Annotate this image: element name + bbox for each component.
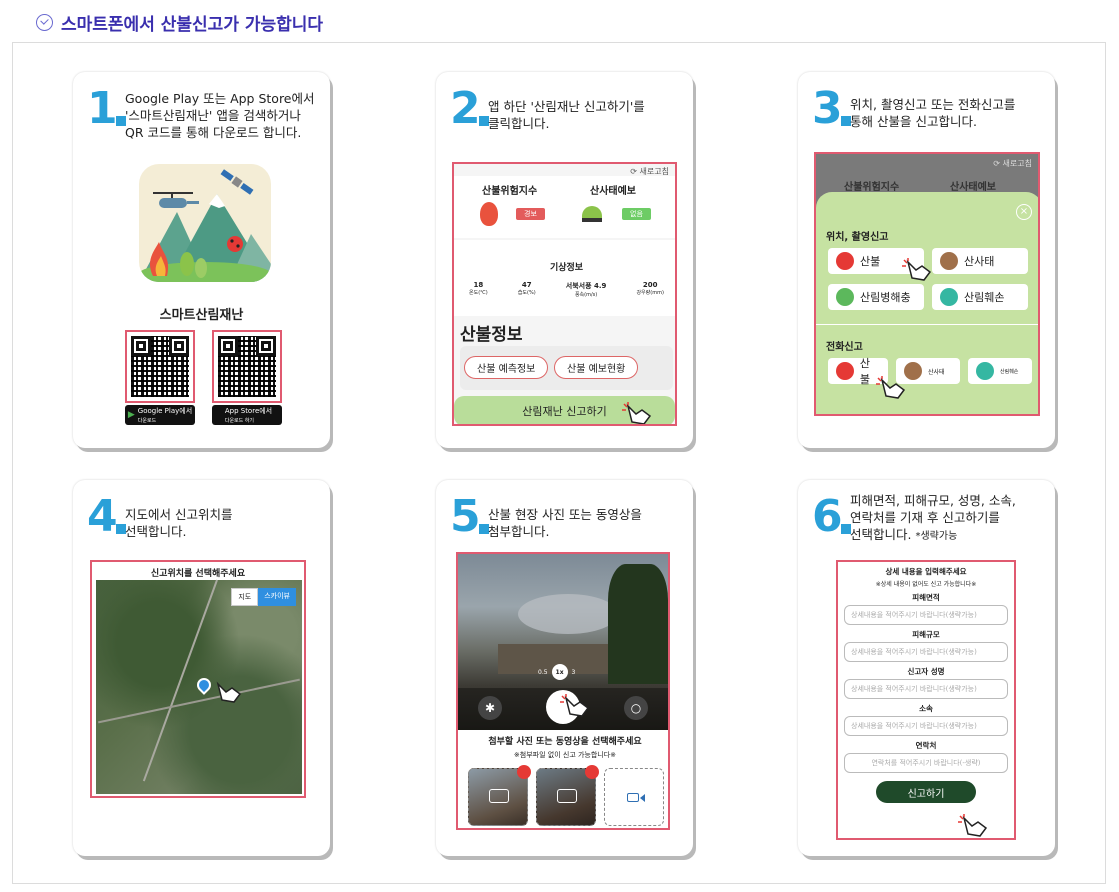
organization-field[interactable]: 상세내용을 적어주시기 바랍니다(생략가능) <box>844 716 1008 736</box>
weather-wind: 서북서풍 4.9 풍속(m/s) <box>565 282 607 298</box>
map-screenshot: 신고위치를 선택해주세요 지도 스카이뷰 <box>90 560 306 798</box>
weather-rain: 200 강우량(mm) <box>636 281 664 296</box>
step-card-1: 1 Google Play 또는 App Store에서 '스마트산림재난' 앱을… <box>73 72 330 448</box>
attached-photo-1[interactable] <box>468 765 531 826</box>
close-icon[interactable]: × <box>1016 204 1032 220</box>
app-main-screenshot: ⟳ 새로고침 산불위험지수 산사태예보 경보 없음 기상정보 18 온도(℃) 4… <box>452 162 677 426</box>
contact-field[interactable]: 연락처를 적어주시기 바랍니다(-생략) <box>844 753 1008 773</box>
attached-photo-2[interactable] <box>536 765 599 826</box>
report-options-screenshot: ⟳ 새로고침 산불위험지수 산사태예보 × 위치, 촬영신고 산불 산사태 산림… <box>814 152 1040 416</box>
report-landslide-option[interactable]: 산사태 <box>932 248 1028 274</box>
step-number: 6 <box>812 495 851 539</box>
attach-title: 첨부할 사진 또는 동영상을 선택해주세요 <box>488 737 642 747</box>
settings-icon[interactable]: ✱ <box>478 696 502 720</box>
weather-humidity: 47 습도(%) <box>517 281 536 296</box>
skyview-button[interactable]: 스카이뷰 <box>258 588 296 606</box>
step-card-3: 3 위치, 촬영신고 또는 전화신고를 통해 산불을 신고합니다. ⟳ 새로고침 … <box>798 72 1055 448</box>
hand-pointer-icon <box>622 402 652 424</box>
step-description: Google Play 또는 App Store에서 '스마트산림재난' 앱을 검… <box>125 91 315 140</box>
hand-pointer-icon <box>876 376 906 399</box>
damage-scale-field[interactable]: 상세내용을 적어주시기 바랍니다(생략가능) <box>844 642 1008 662</box>
step-number: 2 <box>450 87 489 131</box>
zoom-1x[interactable]: 1x <box>551 664 568 680</box>
step-number: 5 <box>450 495 489 539</box>
app-store-qr <box>212 330 282 403</box>
google-play-button[interactable]: ▶ Google Play에서 다운로드 <box>125 405 195 425</box>
step-description: 산불 현장 사진 또는 동영상을 첨부합니다. <box>488 507 642 539</box>
step-number: 4 <box>87 495 126 539</box>
google-play-qr <box>125 330 195 403</box>
camera-screenshot: 0.5 1x 3 ✱ ○ 첨부할 사진 또는 동영상을 선택해주세요 ※첨부파일… <box>456 552 670 830</box>
zoom-05[interactable]: 0.5 <box>538 669 548 676</box>
app-name: 스마트산림재난 <box>159 308 244 323</box>
zoom-3[interactable]: 3 <box>572 669 576 676</box>
status-button[interactable]: 산불 예보현황 <box>554 356 639 379</box>
reporter-name-field[interactable]: 상세내용을 적어주시기 바랍니다(생략가능) <box>844 679 1008 699</box>
step-description: 위치, 촬영신고 또는 전화신고를 통해 산불을 신고합니다. <box>850 97 1016 129</box>
remove-icon[interactable] <box>517 765 531 779</box>
app-icon[interactable] <box>139 164 271 282</box>
hand-pointer-icon <box>560 694 590 717</box>
fire-info-title: 산불정보 <box>460 325 523 345</box>
attach-note: ※첨부파일 없이 신고 가능합니다※ <box>513 751 617 759</box>
camera-icon <box>489 789 509 803</box>
step-card-2: 2 앱 하단 '산림재난 신고하기'를 클릭합니다. ⟳ 새로고침 산불위험지수 … <box>436 72 693 448</box>
siren-icon <box>582 206 602 222</box>
app-store-button[interactable]: App Store에서 다운로드 하기 <box>212 405 282 425</box>
hand-pointer-icon <box>216 681 242 703</box>
step-description: 지도에서 신고위치를 선택합니다. <box>125 507 233 539</box>
hand-pointer-icon <box>958 814 988 837</box>
form-title: 상세 내용을 입력해주세요 <box>885 567 967 576</box>
predict-button[interactable]: 산불 예측정보 <box>464 356 549 379</box>
switch-camera-icon[interactable]: ○ <box>624 696 648 720</box>
fire-icon <box>480 202 498 226</box>
detail-form-screenshot: 상세 내용을 입력해주세요 ※상세 내용이 없어도 신고 가능합니다※ 피해면적… <box>836 560 1016 840</box>
page-header: 스마트폰에서 산불신고가 가능합니다 <box>36 10 324 35</box>
map-view-button[interactable]: 지도 <box>231 588 259 606</box>
camera-icon <box>557 789 577 803</box>
step-card-6: 6 피해면적, 피해규모, 성명, 소속, 연락처를 기재 후 신고하기를 선택합… <box>798 480 1055 856</box>
step-number: 3 <box>812 87 851 131</box>
hand-pointer-icon <box>902 258 932 281</box>
step-card-5: 5 산불 현장 사진 또는 동영상을 첨부합니다. 0.5 1x 3 ✱ ○ 첨부… <box>436 480 693 856</box>
report-damage-option[interactable]: 산림훼손 <box>932 284 1028 310</box>
video-icon <box>627 793 639 802</box>
page-title: 스마트폰에서 산불신고가 가능합니다 <box>61 14 324 35</box>
damage-area-field[interactable]: 상세내용을 적어주시기 바랍니다(생략가능) <box>844 605 1008 625</box>
step-number: 1 <box>87 87 126 131</box>
weather-temp: 18 온도(℃) <box>469 281 488 296</box>
step-description: 앱 하단 '산림재난 신고하기'를 클릭합니다. <box>488 99 645 131</box>
submit-report-button[interactable]: 신고하기 <box>876 781 976 803</box>
add-video-slot[interactable] <box>604 768 664 826</box>
step-card-4: 4 지도에서 신고위치를 선택합니다. 신고위치를 선택해주세요 지도 스카이뷰 <box>73 480 330 856</box>
call-damage-option[interactable]: 산림훼손 <box>968 358 1032 384</box>
remove-icon[interactable] <box>585 765 599 779</box>
check-circle-icon <box>36 13 53 31</box>
report-pest-option[interactable]: 산림병해충 <box>828 284 924 310</box>
step-description: 피해면적, 피해규모, 성명, 소속, 연락처를 기재 후 신고하기를 선택합니다… <box>850 493 1016 542</box>
form-note: ※상세 내용이 없어도 신고 가능합니다※ <box>875 581 977 588</box>
play-icon: ▶ <box>127 410 135 420</box>
